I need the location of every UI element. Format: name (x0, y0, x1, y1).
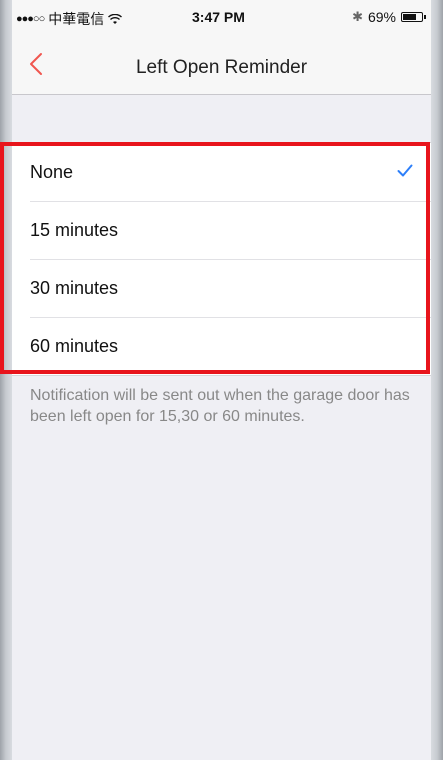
option-15-minutes[interactable]: 15 minutes (12, 201, 431, 259)
page-title: Left Open Reminder (135, 57, 308, 78)
status-left: ●●●○○ 中華電信 (16, 9, 123, 29)
status-bar: ●●●○○ 中華電信 3:47 PM ✱ 69% (12, 0, 431, 36)
footer-note: Notification will be sent out when the g… (30, 387, 410, 425)
reminder-options-list: None 15 minutes 30 minutes 60 minutes (12, 142, 431, 376)
battery-percent: 69% (367, 9, 396, 25)
device-frame: ●●●○○ 中華電信 3:47 PM ✱ 69% Left Open Remin… (0, 0, 443, 760)
carrier-name: 中華電信 (48, 11, 105, 27)
navigation-bar: Left Open Reminder (12, 36, 431, 95)
option-label: 60 minutes (30, 335, 119, 356)
option-label: 15 minutes (30, 219, 119, 240)
option-label: None (30, 161, 74, 182)
signal-strength: ●●●○○ (16, 13, 45, 25)
side-marker (0, 200, 3, 246)
battery-icon (401, 12, 426, 22)
phone-screen: ●●●○○ 中華電信 3:47 PM ✱ 69% Left Open Remin… (12, 0, 431, 760)
option-30-minutes[interactable]: 30 minutes (12, 259, 431, 317)
option-none[interactable]: None (12, 143, 431, 201)
status-right: ✱ 69% (352, 9, 426, 25)
option-label: 30 minutes (30, 277, 119, 298)
option-60-minutes[interactable]: 60 minutes (12, 317, 431, 375)
bluetooth-icon: ✱ (352, 9, 363, 24)
wifi-icon (108, 13, 123, 24)
status-time: 3:47 PM (192, 9, 245, 25)
checkmark-icon (397, 164, 413, 177)
